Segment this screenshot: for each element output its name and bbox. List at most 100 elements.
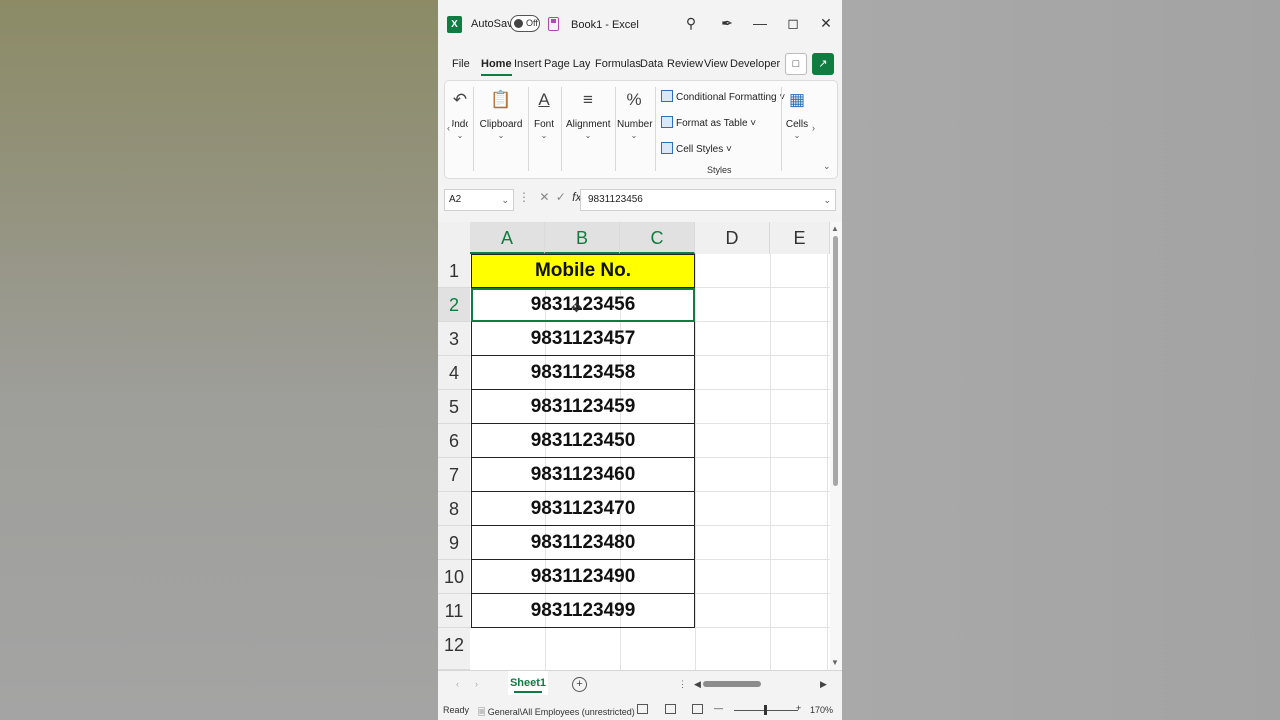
page-break-view-icon[interactable] xyxy=(692,704,703,714)
tab-formulas[interactable]: Formulas xyxy=(595,58,641,70)
row-header-9[interactable]: 9 xyxy=(438,526,470,560)
clipboard-label: Clipboard xyxy=(479,119,523,130)
tab-insert[interactable]: Insert xyxy=(514,58,542,70)
name-box[interactable]: A2 ⌄ xyxy=(444,189,514,211)
row-header-4[interactable]: 4 xyxy=(438,356,470,390)
hscroll-right-icon[interactable]: ▶ xyxy=(820,679,827,690)
more-options-icon[interactable]: ⋮ xyxy=(678,679,687,690)
toggle-knob xyxy=(514,19,523,28)
autosave-toggle[interactable]: Off xyxy=(510,15,540,32)
row-header-8[interactable]: 8 xyxy=(438,492,470,526)
tab-page-layout[interactable]: Page Layou xyxy=(544,58,590,70)
table-cell[interactable]: 9831123460 xyxy=(471,458,695,492)
sensitivity-label[interactable]: 🗏 General\All Employees (unrestricted) xyxy=(478,705,635,720)
row-header-3[interactable]: 3 xyxy=(438,322,470,356)
conditional-formatting-button[interactable]: Conditional Formatting ˅ xyxy=(661,90,785,103)
hscroll-left-icon[interactable]: ◀ xyxy=(694,679,701,690)
tab-view[interactable]: View xyxy=(704,58,728,70)
tab-developer[interactable]: Developer xyxy=(730,58,780,70)
row-header-12[interactable]: 12 xyxy=(438,628,470,670)
formula-input[interactable]: 9831123456 ⌄ xyxy=(580,189,836,211)
alignment-group[interactable]: ≡ Alignment ⌄ xyxy=(566,89,610,140)
cells-icon: ▦ xyxy=(788,90,806,109)
close-icon[interactable]: ✕ xyxy=(817,15,835,32)
zoom-slider-knob[interactable] xyxy=(764,705,767,715)
row-header-2[interactable]: 2 xyxy=(438,288,470,322)
column-header-c[interactable]: C xyxy=(620,222,695,254)
clipboard-group[interactable]: 📋 Clipboard ⌄ xyxy=(479,89,523,140)
chevron-down-icon: ⌄ xyxy=(584,131,592,140)
cell-styles-icon xyxy=(661,142,673,154)
share-button[interactable]: ↗ xyxy=(812,53,834,75)
ribbon-scroll-right-icon[interactable]: › xyxy=(812,123,815,133)
table-cell[interactable]: 9831123490 xyxy=(471,560,695,594)
ribbon-scroll-left-icon[interactable]: ‹ xyxy=(447,123,450,133)
add-sheet-icon[interactable]: + xyxy=(572,677,587,692)
zoom-level[interactable]: 170% xyxy=(810,705,833,715)
horizontal-scrollbar-thumb[interactable] xyxy=(703,681,761,687)
worksheet-grid[interactable]: A B C D E 1 2 3 4 5 6 7 8 9 10 11 12 Mob… xyxy=(438,222,842,670)
tab-data[interactable]: Data xyxy=(640,58,663,70)
column-header-e[interactable]: E xyxy=(770,222,830,254)
tab-home[interactable]: Home xyxy=(481,58,512,76)
sheet-next-icon[interactable]: › xyxy=(475,679,478,689)
sheet-prev-icon[interactable]: ‹ xyxy=(456,679,459,689)
tab-file[interactable]: File xyxy=(452,58,470,70)
table-cell[interactable]: 9831123499 xyxy=(471,594,695,628)
header-cell-mobile-no[interactable]: Mobile No. xyxy=(471,254,695,288)
scroll-down-icon[interactable]: ▼ xyxy=(831,658,839,667)
scroll-up-icon[interactable]: ▲ xyxy=(831,224,839,233)
row-header-11[interactable]: 11 xyxy=(438,594,470,628)
undo-group[interactable]: ↶ Undo ⌄ xyxy=(452,89,468,140)
maximize-icon[interactable]: ◻ xyxy=(784,15,802,32)
cancel-icon[interactable]: ✕ xyxy=(539,190,549,204)
table-cell[interactable]: 9831123480 xyxy=(471,526,695,560)
cells-group[interactable]: ▦ Cells ⌄ xyxy=(785,89,809,140)
document-title: Book1 - Excel xyxy=(571,19,639,31)
chevron-down-icon[interactable]: ⌄ xyxy=(823,190,831,210)
search-icon[interactable]: ⚲ xyxy=(682,15,700,32)
column-header-d[interactable]: D xyxy=(695,222,770,254)
normal-view-icon[interactable] xyxy=(637,704,648,714)
vertical-scrollbar[interactable]: ▲ ▼ xyxy=(830,222,842,670)
select-all-corner[interactable] xyxy=(438,222,470,254)
format-as-table-label: Format as Table xyxy=(676,118,748,129)
number-label: Number xyxy=(617,119,653,130)
save-icon[interactable] xyxy=(548,17,559,31)
tab-review[interactable]: Review xyxy=(667,58,703,70)
row-header-7[interactable]: 7 xyxy=(438,458,470,492)
table-cell[interactable]: 9831123456 xyxy=(471,288,695,322)
enter-icon[interactable]: ✓ xyxy=(556,190,566,204)
table-cell[interactable]: 9831123450 xyxy=(471,424,695,458)
font-group[interactable]: A Font ⌄ xyxy=(531,89,557,140)
table-cell[interactable]: 9831123458 xyxy=(471,356,695,390)
zoom-in-icon[interactable]: + xyxy=(796,703,801,713)
row-header-6[interactable]: 6 xyxy=(438,424,470,458)
table-cell[interactable]: 9831123457 xyxy=(471,322,695,356)
align-lines-icon: ≡ xyxy=(583,90,593,109)
scrollbar-thumb[interactable] xyxy=(833,236,838,486)
format-as-table-button[interactable]: Format as Table ˅ xyxy=(661,116,756,129)
styles-group-label: Styles xyxy=(707,165,732,175)
chevron-down-icon[interactable]: ⌄ xyxy=(501,190,509,210)
table-cell[interactable]: 9831123459 xyxy=(471,390,695,424)
comments-button[interactable]: □ xyxy=(785,53,807,75)
column-header-b[interactable]: B xyxy=(545,222,620,254)
table-cell[interactable]: 9831123470 xyxy=(471,492,695,526)
chevron-down-icon: ⌄ xyxy=(497,131,505,140)
pen-icon[interactable]: ✒ xyxy=(718,15,736,32)
zoom-out-icon[interactable]: — xyxy=(714,703,723,713)
status-ready: Ready xyxy=(443,705,470,715)
cell-styles-button[interactable]: Cell Styles ˅ xyxy=(661,142,732,155)
page-layout-view-icon[interactable] xyxy=(665,704,676,714)
row-header-10[interactable]: 10 xyxy=(438,560,470,594)
formula-value: 9831123456 xyxy=(588,194,643,205)
number-group[interactable]: % Number ⌄ xyxy=(617,89,653,140)
minimize-icon[interactable]: — xyxy=(751,15,769,31)
sheet-tab-sheet1[interactable]: Sheet1 xyxy=(508,671,548,695)
column-header-a[interactable]: A xyxy=(470,222,545,254)
conditional-formatting-label: Conditional Formatting xyxy=(676,92,777,103)
ribbon-expand-icon[interactable]: ⌄ xyxy=(823,161,831,172)
row-header-5[interactable]: 5 xyxy=(438,390,470,424)
row-header-1[interactable]: 1 xyxy=(438,254,470,288)
